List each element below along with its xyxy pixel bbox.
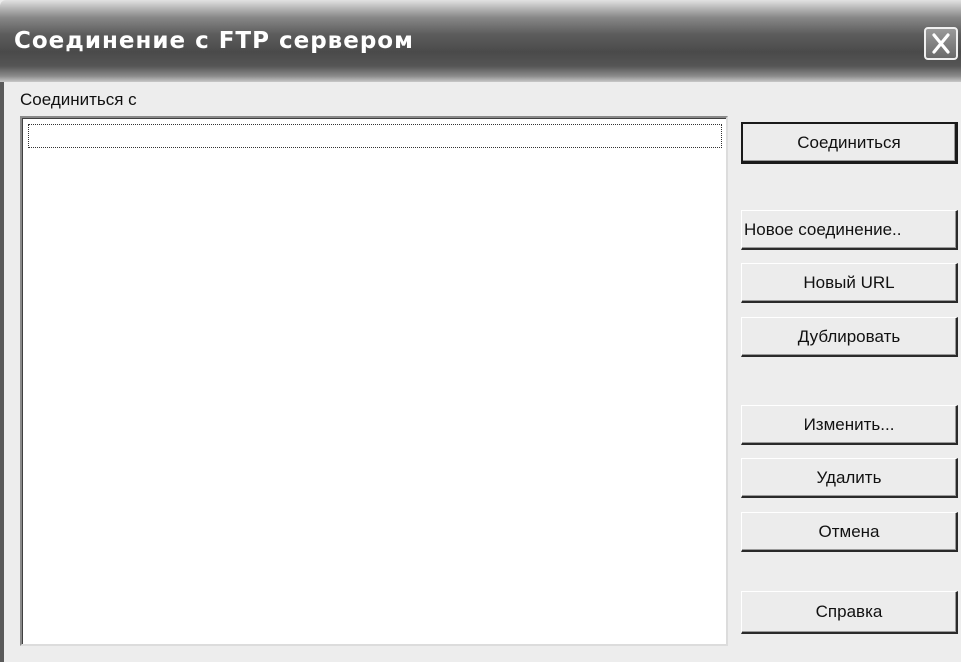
- edit-button[interactable]: Изменить...: [741, 405, 958, 445]
- connect-to-label: Соединиться с: [20, 90, 137, 109]
- delete-button[interactable]: Удалить: [741, 458, 958, 498]
- cancel-button[interactable]: Отмена: [741, 512, 958, 552]
- connections-listbox[interactable]: [20, 116, 728, 646]
- window-border: [0, 82, 4, 662]
- title-bar[interactable]: Соединение с FTP сервером: [0, 0, 961, 82]
- help-button[interactable]: Справка: [741, 591, 958, 634]
- duplicate-button[interactable]: Дублировать: [741, 317, 958, 357]
- connect-button[interactable]: Соединиться: [741, 122, 958, 164]
- window-title: Соединение с FTP сервером: [14, 28, 414, 54]
- new-url-button[interactable]: Новый URL: [741, 263, 958, 303]
- close-button[interactable]: [924, 27, 958, 60]
- list-focus-row[interactable]: [28, 124, 722, 148]
- ftp-connect-dialog: Соединение с FTP сервером Соединиться с …: [0, 0, 961, 662]
- close-icon: [932, 33, 950, 54]
- new-connection-button[interactable]: Новое соединение..: [741, 210, 958, 250]
